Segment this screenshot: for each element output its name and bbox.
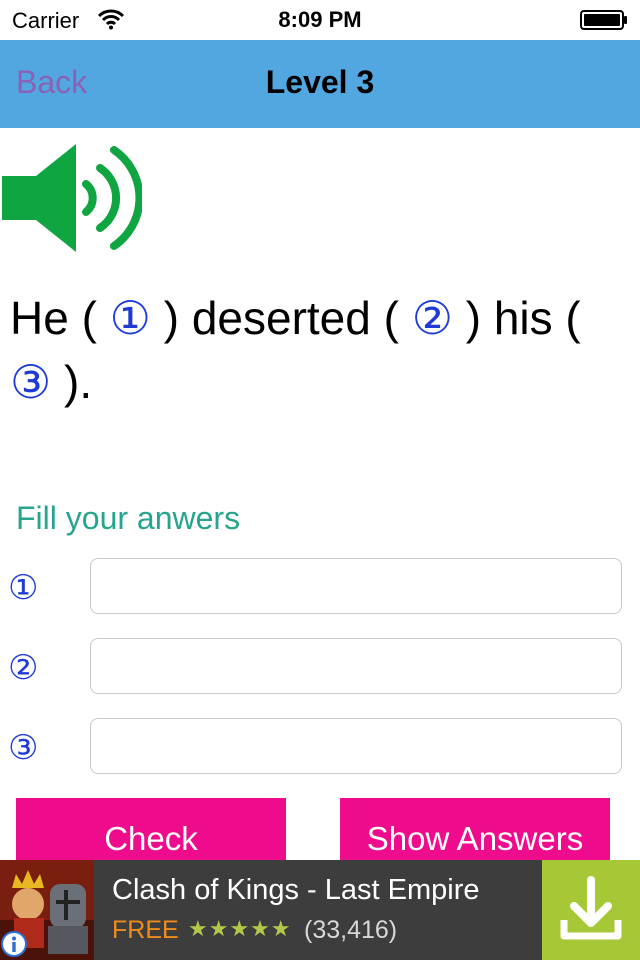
status-bar: Carrier 8:09 PM bbox=[0, 0, 640, 40]
rating-stars-icon: ★★★★★ bbox=[188, 916, 292, 941]
page-title: Level 3 bbox=[265, 64, 375, 100]
status-time: 8:09 PM bbox=[278, 7, 362, 32]
ad-review-count: (33,416) bbox=[304, 916, 398, 944]
blank-marker-3: ③ bbox=[10, 356, 65, 408]
blank-marker-1: ① bbox=[96, 292, 164, 344]
answer-field-3[interactable] bbox=[90, 718, 622, 774]
navigation-bar: Back Level 3 bbox=[0, 40, 640, 128]
sentence-text: He ( bbox=[10, 292, 97, 344]
answer-marker-2: ② bbox=[8, 649, 39, 687]
download-button[interactable] bbox=[542, 860, 640, 960]
sentence-text: ) his ( bbox=[465, 292, 581, 344]
battery-icon bbox=[580, 10, 627, 30]
answer-field-1[interactable] bbox=[90, 558, 622, 614]
answer-marker-1: ① bbox=[8, 569, 39, 607]
speaker-icon[interactable] bbox=[0, 142, 142, 254]
sentence-text: ) deserted ( bbox=[163, 292, 399, 344]
ad-price: FREE bbox=[112, 916, 179, 944]
question-sentence: He ( ① ) deserted ( ② ) his ( ③ ). bbox=[10, 286, 630, 414]
download-icon bbox=[560, 876, 622, 940]
info-icon[interactable] bbox=[0, 930, 28, 958]
answer-field-2[interactable] bbox=[90, 638, 622, 694]
ad-app-title: Clash of Kings - Last Empire bbox=[112, 874, 480, 906]
blank-marker-2: ② bbox=[398, 292, 466, 344]
ad-banner[interactable]: Clash of Kings - Last Empire FREE ★★★★★ … bbox=[0, 860, 640, 960]
fill-answers-label: Fill your anwers bbox=[16, 500, 241, 536]
sentence-text: ). bbox=[64, 356, 93, 408]
answer-marker-3: ③ bbox=[8, 729, 39, 767]
